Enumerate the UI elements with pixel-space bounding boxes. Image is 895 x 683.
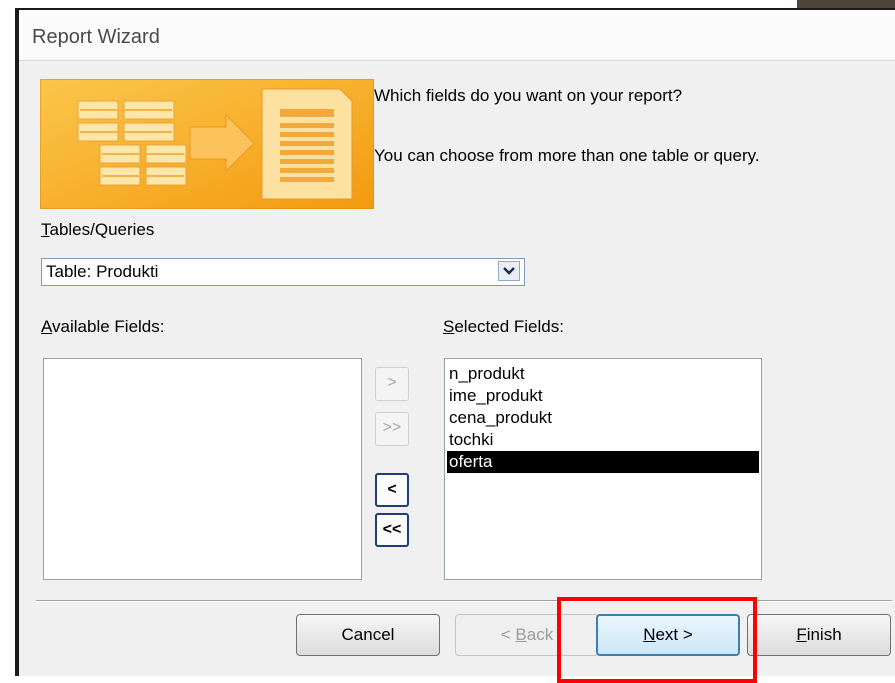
list-item[interactable]: ime_produkt [447,385,759,407]
table-to-report-wizard-graphic [39,78,375,210]
selected-fields-label: Selected Fields: [443,317,564,336]
list-item[interactable]: tochki [447,429,759,451]
tables-queries-combobox[interactable]: Table: Produkti [41,258,525,286]
wizard-question: Which fields do you want on your report? [374,86,683,105]
title-bar[interactable]: Report Wizard [19,10,895,61]
available-fields-list[interactable] [43,358,362,580]
add-field-button[interactable]: > [375,367,409,401]
available-fields-label: Available Fields: [41,317,165,336]
list-item-selected[interactable]: oferta [447,451,759,473]
selected-fields-list[interactable]: n_produkt ime_produkt cena_produkt tochk… [444,358,762,580]
finish-button[interactable]: Finish [747,614,891,656]
cancel-button[interactable]: Cancel [296,614,440,656]
wizard-hint: You can choose from more than one table … [374,146,760,165]
tables-queries-label: Tables/Queries [41,220,155,239]
remove-field-button[interactable]: < [375,473,409,507]
list-item[interactable]: cena_produkt [447,407,759,429]
add-all-fields-button[interactable]: >> [375,412,409,446]
dropdown-arrow-icon[interactable] [498,261,520,281]
report-wizard-dialog: Report Wizard Which fields do you want o… [19,10,895,676]
annotation-highlight-box [557,597,757,683]
tables-queries-value: Table: Produkti [46,262,159,281]
window-title: Report Wizard [32,26,160,48]
remove-all-fields-button[interactable]: << [375,513,409,547]
divider [36,600,892,602]
list-item[interactable]: n_produkt [447,363,759,385]
